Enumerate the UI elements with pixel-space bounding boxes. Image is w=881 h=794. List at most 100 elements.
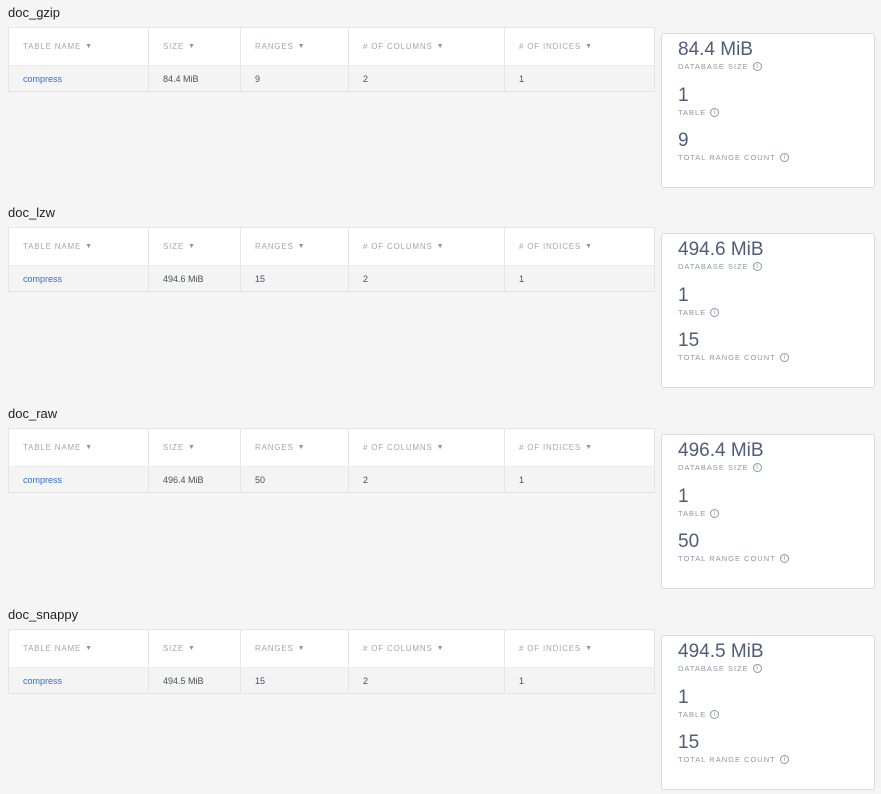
column-header-table-name[interactable]: TABLE NAME ▼ (9, 429, 149, 466)
info-icon[interactable]: i (752, 62, 762, 71)
column-header-indices[interactable]: # OF INDICES ▼ (505, 429, 652, 466)
stat-label-row: DATABASE SIZE i (678, 262, 764, 271)
info-icon[interactable]: i (752, 262, 762, 271)
database-size-label: DATABASE SIZE (678, 463, 749, 472)
table-header: TABLE NAME ▼ SIZE ▼ RANGES ▼ # OF COLUMNS ▼ … (9, 228, 654, 266)
column-header-label: SIZE (163, 242, 184, 251)
table-columns-count: 2 (349, 66, 505, 91)
total-range-count-value: 9 (678, 130, 689, 151)
table-size: 494.5 MiB (149, 668, 241, 693)
sort-caret-icon: ▼ (187, 43, 196, 50)
sort-caret-icon: ▼ (436, 444, 445, 451)
info-icon[interactable]: i (779, 153, 789, 162)
column-header-size[interactable]: SIZE ▼ (149, 28, 241, 65)
info-icon[interactable]: i (710, 710, 720, 719)
stat-label-row: DATABASE SIZE i (678, 664, 764, 673)
stat-label-row: DATABASE SIZE i (678, 62, 762, 71)
table-indices-count: 1 (519, 474, 525, 485)
stat-total-range-count: 15 TOTAL RANGE COUNT i (678, 733, 789, 764)
column-header-label: RANGES (255, 242, 294, 251)
column-header-label: RANGES (255, 443, 294, 452)
column-header-ranges[interactable]: RANGES ▼ (241, 28, 349, 65)
sort-caret-icon: ▼ (436, 243, 445, 250)
stat-label-row: TABLE i (678, 108, 720, 117)
sort-caret-icon: ▼ (297, 444, 306, 451)
column-header-columns[interactable]: # OF COLUMNS ▼ (349, 228, 505, 265)
column-header-columns[interactable]: # OF COLUMNS ▼ (349, 429, 505, 466)
info-icon[interactable]: i (752, 463, 762, 472)
column-header-indices[interactable]: # OF INDICES ▼ (505, 28, 652, 65)
table-count-value: 1 (678, 486, 689, 507)
table-name-link[interactable]: compress (9, 668, 149, 693)
sort-caret-icon: ▼ (85, 243, 93, 250)
sort-caret-icon: ▼ (436, 645, 445, 652)
database-size-label: DATABASE SIZE (678, 262, 749, 271)
column-header-table-name[interactable]: TABLE NAME ▼ (9, 28, 149, 65)
table-name-link[interactable]: compress (9, 66, 149, 91)
stat-table-count: 1 TABLE i (678, 486, 720, 518)
tables-table: TABLE NAME ▼ SIZE ▼ RANGES ▼ # OF COLUMNS ▼ … (8, 428, 655, 493)
column-header-label: # OF INDICES (519, 242, 582, 251)
column-header-size[interactable]: SIZE ▼ (149, 429, 241, 466)
table-indices-count: 1 (519, 675, 525, 686)
info-icon[interactable]: i (710, 509, 720, 518)
column-header-ranges[interactable]: RANGES ▼ (241, 429, 349, 466)
info-icon[interactable]: i (752, 664, 762, 673)
table-indices-count: 1 (519, 273, 525, 284)
info-icon[interactable]: i (779, 554, 789, 563)
table-row: compress 496.4 MiB 50 2 1 (9, 467, 654, 492)
stat-total-range-count: 9 TOTAL RANGE COUNT i (678, 131, 789, 162)
database-title: doc_snappy (8, 607, 79, 622)
table-header: TABLE NAME ▼ SIZE ▼ RANGES ▼ # OF COLUMNS ▼ … (9, 429, 654, 467)
sort-caret-icon: ▼ (297, 43, 306, 50)
table-name-link[interactable]: compress (9, 266, 149, 291)
stat-label-row: TOTAL RANGE COUNT i (678, 554, 789, 563)
total-range-count-value: 15 (678, 732, 700, 753)
tables-table: TABLE NAME ▼ SIZE ▼ RANGES ▼ # OF COLUMNS ▼ … (8, 227, 655, 292)
column-header-size[interactable]: SIZE ▼ (149, 630, 241, 667)
sort-caret-icon: ▼ (85, 645, 93, 652)
table-count-value: 1 (678, 687, 689, 708)
database-size-value: 84.4 MiB (678, 39, 753, 60)
stat-table-count: 1 TABLE i (678, 86, 720, 117)
sort-caret-icon: ▼ (585, 645, 593, 652)
stat-label-row: TABLE i (678, 710, 720, 719)
sort-caret-icon: ▼ (436, 43, 445, 50)
table-columns-count: 2 (349, 668, 505, 693)
column-header-label: # OF COLUMNS (363, 242, 433, 251)
column-header-label: TABLE NAME (23, 242, 82, 251)
stat-total-range-count: 15 TOTAL RANGE COUNT i (678, 331, 789, 362)
column-header-label: RANGES (255, 644, 294, 653)
column-header-size[interactable]: SIZE ▼ (149, 228, 241, 265)
tables-table: TABLE NAME ▼ SIZE ▼ RANGES ▼ # OF COLUMNS ▼ … (8, 629, 655, 694)
info-icon[interactable]: i (779, 353, 789, 362)
total-range-count-label: TOTAL RANGE COUNT (678, 755, 776, 764)
column-header-indices[interactable]: # OF INDICES ▼ (505, 630, 652, 667)
info-icon[interactable]: i (710, 308, 720, 317)
total-range-count-label: TOTAL RANGE COUNT (678, 153, 776, 162)
sort-caret-icon: ▼ (585, 43, 593, 50)
table-name-link[interactable]: compress (9, 467, 149, 492)
column-header-table-name[interactable]: TABLE NAME ▼ (9, 630, 149, 667)
info-icon[interactable]: i (710, 108, 720, 117)
column-header-label: # OF INDICES (519, 42, 582, 51)
info-icon[interactable]: i (779, 755, 789, 764)
column-header-columns[interactable]: # OF COLUMNS ▼ (349, 630, 505, 667)
column-header-label: TABLE NAME (23, 42, 82, 51)
column-header-indices[interactable]: # OF INDICES ▼ (505, 228, 652, 265)
column-header-label: TABLE NAME (23, 443, 82, 452)
column-header-label: # OF INDICES (519, 443, 582, 452)
sort-caret-icon: ▼ (85, 43, 93, 50)
sort-caret-icon: ▼ (585, 243, 593, 250)
column-header-table-name[interactable]: TABLE NAME ▼ (9, 228, 149, 265)
table-ranges: 15 (241, 266, 349, 291)
column-header-ranges[interactable]: RANGES ▼ (241, 630, 349, 667)
table-count-label: TABLE (678, 509, 707, 518)
column-header-columns[interactable]: # OF COLUMNS ▼ (349, 28, 505, 65)
table-ranges: 15 (241, 668, 349, 693)
table-ranges: 50 (241, 467, 349, 492)
stat-label-row: DATABASE SIZE i (678, 463, 764, 472)
column-header-ranges[interactable]: RANGES ▼ (241, 228, 349, 265)
table-columns-count: 2 (349, 266, 505, 291)
column-header-label: # OF COLUMNS (363, 443, 433, 452)
